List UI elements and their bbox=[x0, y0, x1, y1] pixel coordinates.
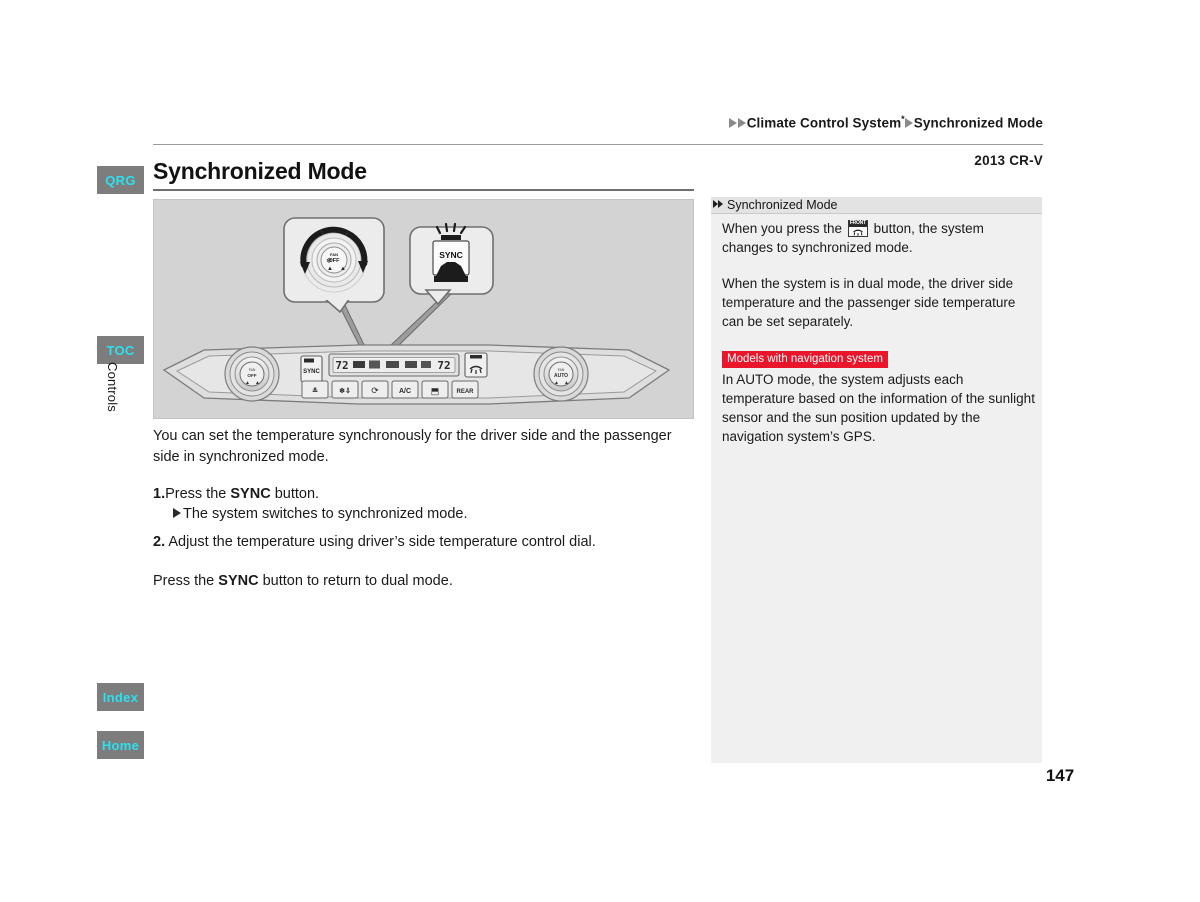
svg-text:▲: ▲ bbox=[340, 266, 346, 272]
side-note-para-3-group: Models with navigation system In AUTO mo… bbox=[722, 348, 1035, 446]
svg-text:REAR: REAR bbox=[456, 389, 474, 395]
double-chevron-icon bbox=[713, 199, 726, 210]
step-1-bold: SYNC bbox=[230, 486, 271, 502]
step-1-number: 1. bbox=[153, 486, 166, 502]
svg-text:▲: ▲ bbox=[554, 380, 559, 386]
intro-paragraph: You can set the temperature synchronousl… bbox=[153, 428, 672, 465]
svg-text:❄⇩: ❄⇩ bbox=[339, 387, 351, 395]
side-note-para-2: When the system is in dual mode, the dri… bbox=[722, 276, 1016, 329]
side-note-para-1: When you press the FRONT button, the sys… bbox=[722, 219, 1035, 257]
sidebar-item-label: Home bbox=[101, 737, 140, 753]
side-note-para-3: In AUTO mode, the system adjusts each te… bbox=[722, 372, 1035, 444]
sidebar-item-home[interactable]: Home bbox=[97, 731, 144, 759]
section-tab-controls[interactable]: Controls bbox=[104, 362, 120, 442]
step-2-number: 2. bbox=[153, 534, 166, 550]
step-1-result: The system switches to synchronized mode… bbox=[153, 504, 707, 525]
svg-text:⟳: ⟳ bbox=[371, 386, 379, 396]
result-arrow-icon bbox=[173, 508, 181, 519]
side-note-header: Synchronized Mode bbox=[711, 197, 1042, 214]
breadcrumb-arrow-icon bbox=[728, 117, 737, 128]
sidebar-item-label: Index bbox=[102, 689, 139, 705]
svg-text:A/C: A/C bbox=[399, 388, 411, 395]
title-divider bbox=[153, 189, 694, 191]
breadcrumb-item-climate-control[interactable]: Climate Control System bbox=[747, 116, 901, 131]
step-1-result-text: The system switches to synchronized mode… bbox=[183, 506, 468, 522]
step-2-text: Adjust the temperature using driver’s si… bbox=[168, 534, 596, 550]
svg-text:▲: ▲ bbox=[245, 380, 250, 386]
breadcrumb-arrow-icon bbox=[904, 117, 913, 128]
svg-text:SYNC: SYNC bbox=[303, 369, 320, 375]
page-number: 147 bbox=[1045, 766, 1075, 785]
breadcrumb-item-synchronized-mode[interactable]: Synchronized Mode bbox=[914, 116, 1043, 131]
sidebar-item-qrg[interactable]: QRG bbox=[97, 166, 144, 194]
closing-bold: SYNC bbox=[218, 573, 259, 589]
svg-text:FAN: FAN bbox=[249, 368, 256, 372]
side-note-body: When you press the FRONT button, the sys… bbox=[722, 219, 1035, 446]
svg-text:FAN: FAN bbox=[330, 252, 338, 257]
svg-text:≛: ≛ bbox=[312, 386, 318, 395]
svg-text:❄: ❄ bbox=[326, 257, 332, 265]
page-title: Synchronized Mode bbox=[153, 158, 367, 184]
front-defroster-icon: FRONT bbox=[847, 220, 868, 237]
side-note-panel: Synchronized Mode When you press the FRO… bbox=[711, 197, 1042, 763]
svg-text:72: 72 bbox=[335, 359, 348, 372]
svg-text:OFF: OFF bbox=[247, 373, 256, 378]
header-divider bbox=[153, 144, 1043, 145]
illustration-climate-controls: FAN OFF ❄ ▲ ▲ SYNC FAN OFF ▲ ▲ SYNC 72 7… bbox=[153, 199, 694, 419]
side-note-header-label: Synchronized Mode bbox=[727, 198, 838, 212]
svg-text:⬒: ⬒ bbox=[431, 386, 440, 396]
sidebar-item-index[interactable]: Index bbox=[97, 683, 144, 711]
sidebar-item-toc[interactable]: TOC bbox=[97, 336, 144, 364]
svg-text:▲: ▲ bbox=[327, 266, 333, 272]
illustration-svg: FAN OFF ❄ ▲ ▲ SYNC FAN OFF ▲ ▲ SYNC 72 7… bbox=[162, 217, 671, 405]
status-badge-navigation: Models with navigation system bbox=[722, 350, 888, 368]
closing-paragraph: Press the SYNC button to return to dual … bbox=[153, 571, 687, 592]
svg-text:AUTO: AUTO bbox=[554, 373, 568, 379]
svg-text:72: 72 bbox=[437, 359, 450, 372]
breadcrumb: Climate Control System* Synchronized Mode bbox=[0, 114, 1043, 131]
side-note-para-1-pre: When you press the bbox=[722, 221, 846, 236]
breadcrumb-arrow-icon bbox=[737, 117, 746, 128]
svg-text:▲: ▲ bbox=[255, 380, 260, 386]
step-1: 1.Press the SYNC button. bbox=[153, 484, 687, 505]
step-1-pre: Press the bbox=[165, 486, 231, 502]
step-1-post: button. bbox=[270, 486, 320, 502]
sidebar-item-label: TOC bbox=[106, 342, 135, 358]
closing-post: button to return to dual mode. bbox=[258, 573, 453, 589]
svg-text:▲: ▲ bbox=[564, 380, 569, 386]
svg-text:FAN: FAN bbox=[558, 368, 565, 372]
sidebar-item-label: QRG bbox=[105, 172, 136, 188]
svg-text:SYNC: SYNC bbox=[439, 250, 463, 260]
manual-page: Climate Control System* Synchronized Mode… bbox=[0, 0, 1200, 902]
step-2: 2. Adjust the temperature using driver’s… bbox=[153, 532, 687, 553]
closing-pre: Press the bbox=[153, 573, 219, 589]
